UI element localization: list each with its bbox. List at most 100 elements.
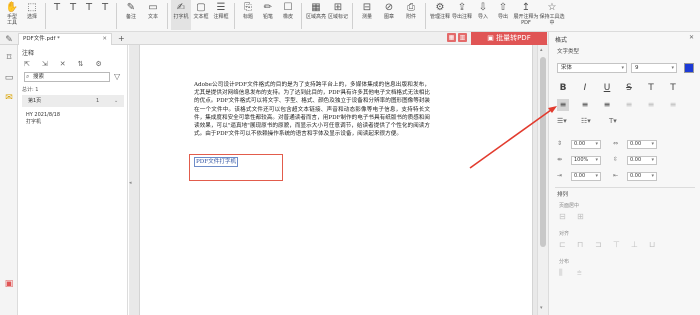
superscript-button[interactable]: T	[645, 82, 657, 94]
layout-icon[interactable]: ▥	[458, 33, 467, 42]
distribute-button[interactable]: ≡	[667, 99, 679, 111]
search-input[interactable]: ⌕ 搜索	[24, 72, 110, 82]
center-vertical-icon[interactable]: ⊞	[577, 212, 584, 221]
scroll-up-icon[interactable]: ▴	[540, 47, 543, 53]
page-group[interactable]: 第1页 1 ⌄	[22, 95, 124, 107]
eraser-icon: ☐	[283, 2, 293, 13]
typewriter-button[interactable]: ✍ 打字机	[171, 0, 191, 30]
indent2-input[interactable]: 0.00 ▾	[627, 172, 657, 181]
align-bottom-obj-icon[interactable]: ⊔	[649, 240, 655, 249]
sort-icon[interactable]: ⇅	[78, 60, 84, 68]
stamp-button[interactable]: ⊘ 图章	[378, 0, 400, 30]
distribute-vertical-icon[interactable]: ⩧	[577, 268, 582, 278]
underline-text-icon: T	[69, 2, 77, 13]
align-left-button[interactable]: ≡	[557, 99, 569, 111]
app-window: ✋ 手型 工具 ⬚ 选择 T T T T ✎ 备注 ▭ 文本 ✍ 打字机 ▢ 文本框 ☰ 注释…	[0, 0, 700, 315]
close-icon[interactable]: ✕	[102, 34, 107, 45]
indent-input[interactable]: 0.00 ▾	[571, 172, 601, 181]
line-spacing-input[interactable]: 0.00 ▾	[571, 140, 601, 149]
expand-all-icon[interactable]: ⇲	[42, 60, 48, 68]
document-paragraph: Adobe公司设计PDF文件格式的目的是为了支持跨平台上的，多媒体集成的信息出版…	[194, 82, 430, 138]
font-select[interactable]: 宋体 ▾	[557, 63, 627, 73]
area-highlight-button[interactable]: ▦ 区域高亮	[305, 0, 327, 30]
batch-convert-pdf-button[interactable]: ▣ 批量转PDF	[471, 32, 547, 45]
underline-button[interactable]: U	[601, 82, 613, 94]
bullet-list-icon[interactable]: ☰▾	[557, 116, 567, 126]
italic-button[interactable]: I	[579, 82, 591, 94]
add-tab-button[interactable]: +	[118, 33, 125, 44]
export-annotations-button[interactable]: ⇪ 导出注释	[451, 0, 473, 30]
pdf-page: Adobe公司设计PDF文件格式的目的是为了支持跨平台上的，多媒体集成的信息出版…	[139, 45, 533, 315]
manage-annotations-button[interactable]: ⚙ 管理注释	[429, 0, 451, 30]
tab-pdf-file[interactable]: PDF文件.pdf * ✕	[18, 33, 112, 45]
export-notes-icon: ⇪	[457, 2, 467, 13]
typewriter-icon: ✍	[176, 2, 186, 13]
close-icon[interactable]: ✕	[689, 34, 694, 41]
bookmark-icon[interactable]: ⌑	[4, 53, 14, 63]
align-right-obj-icon[interactable]: ⊐	[595, 240, 602, 249]
text-button[interactable]: ▭ 文本	[142, 0, 164, 30]
search-icon: ⌕	[26, 73, 30, 80]
text-strikeout-button[interactable]: T	[81, 0, 97, 30]
settings-icon[interactable]: ⚙	[96, 60, 102, 68]
scroll-down-icon[interactable]: ▾	[540, 305, 543, 311]
para-spacing-icon: ⇳	[613, 156, 619, 163]
title-button[interactable]: ⎘ 标题	[238, 0, 258, 30]
typewriter-annotation[interactable]: PDF文件打字机	[194, 157, 239, 167]
filter-icon[interactable]: ▽	[114, 72, 120, 82]
ruler-icon: ⊟	[362, 2, 372, 13]
note-button[interactable]: ✎ 备注	[120, 0, 142, 30]
annotation-item[interactable]: HY 2021/8/18 打字机	[26, 112, 124, 126]
text-case-icon[interactable]: T▾	[609, 116, 617, 126]
import-button[interactable]: ⇩ 导入	[473, 0, 493, 30]
export-button[interactable]: ⇧ 导出	[493, 0, 513, 30]
comment-icon[interactable]: ✉	[4, 93, 14, 103]
numbered-list-icon[interactable]: ☷▾	[581, 116, 591, 126]
thumbnail-icon[interactable]: ▭	[4, 73, 14, 83]
subscript-button[interactable]: T	[667, 82, 679, 94]
align-left-obj-icon[interactable]: ⊏	[559, 240, 566, 249]
font-color-swatch[interactable]	[684, 63, 694, 73]
strikethrough-button[interactable]: S	[623, 82, 635, 94]
attachment-icon[interactable]: ▣	[4, 279, 14, 289]
text-icon: ▭	[148, 2, 158, 13]
justify-button[interactable]: ≡	[623, 99, 635, 111]
area-mark-button[interactable]: ⊞ 区域标记	[327, 0, 349, 30]
text-highlight-button[interactable]: T	[49, 0, 65, 30]
flatten-to-pdf-button[interactable]: ↥ 展开注释为PDF	[513, 0, 539, 30]
measure-button[interactable]: ⊟ 测量	[356, 0, 378, 30]
collapse-all-icon[interactable]: ⇱	[24, 60, 30, 68]
align-center-button[interactable]: ≡	[579, 99, 591, 111]
document-viewer: Adobe公司设计PDF文件格式的目的是为了支持跨平台上的，多媒体集成的信息出版…	[129, 45, 537, 315]
attachment-button[interactable]: ⎙ 附件	[400, 0, 422, 30]
grid-view-icon[interactable]: ▦	[447, 33, 456, 42]
text-squiggly-button[interactable]: T	[97, 0, 113, 30]
scroll-thumb[interactable]	[540, 57, 546, 247]
keep-tool-selected-button[interactable]: ☆ 保持工具选中	[539, 0, 565, 30]
delete-icon[interactable]: ✕	[60, 60, 66, 68]
align-middle-obj-icon[interactable]: ⊥	[631, 240, 638, 249]
text-underline-button[interactable]: T	[65, 0, 81, 30]
callout-button[interactable]: ☰ 注释框	[211, 0, 231, 30]
annotation-meta: HY 2021/8/18	[26, 112, 61, 118]
bold-button[interactable]: B	[557, 82, 569, 94]
pencil-button[interactable]: ✏ 铅笔	[258, 0, 278, 30]
hand-tool-button[interactable]: ✋ 手型 工具	[2, 0, 22, 30]
align-top-obj-icon[interactable]: ⊤	[613, 240, 620, 249]
align-center-obj-icon[interactable]: ⊓	[577, 240, 583, 249]
collapse-left-icon[interactable]: ◂	[129, 180, 132, 186]
para-spacing-input[interactable]: 0.00 ▾	[627, 156, 657, 165]
align-right-button[interactable]: ≡	[601, 99, 613, 111]
distribute-horizontal-icon[interactable]: ⫼	[559, 268, 563, 278]
vertical-scrollbar[interactable]: ▴ ▾	[537, 45, 548, 315]
select-tool-button[interactable]: ⬚ 选择	[22, 0, 42, 30]
textbox-button[interactable]: ▢ 文本框	[191, 0, 211, 30]
scale-input[interactable]: 100% ▾	[571, 156, 601, 165]
justify-all-button[interactable]: ≡	[645, 99, 657, 111]
pen-icon[interactable]: ✎	[4, 35, 14, 45]
panel-title: 注释	[22, 50, 35, 57]
center-horizontal-icon[interactable]: ⊟	[559, 212, 566, 221]
eraser-button[interactable]: ☐ 橡皮	[278, 0, 298, 30]
font-size-select[interactable]: 9 ▾	[631, 63, 677, 73]
char-spacing-input[interactable]: 0.00 ▾	[627, 140, 657, 149]
